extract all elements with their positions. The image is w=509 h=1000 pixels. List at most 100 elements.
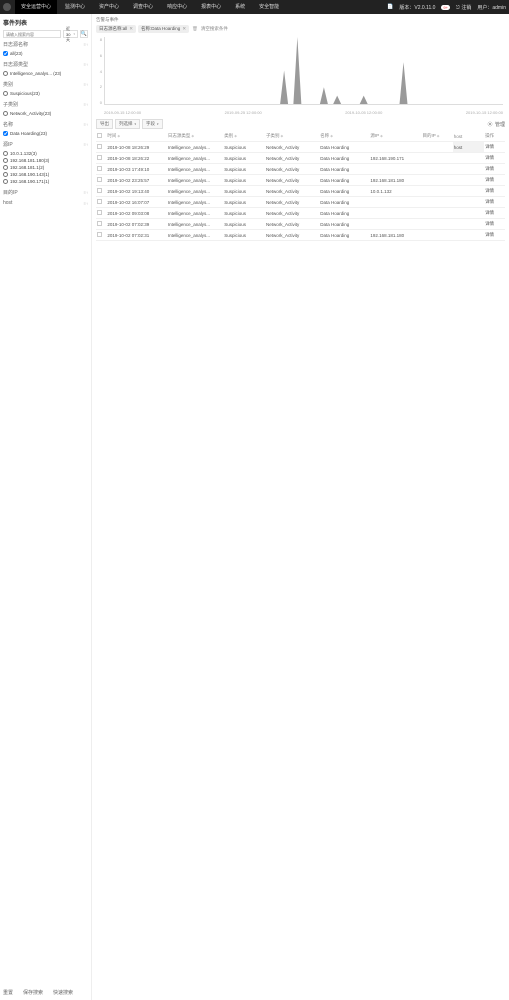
cell-time: 2019-10-02 07:02:31 xyxy=(106,230,167,241)
cell-cat: Suspicious xyxy=(223,164,265,175)
field-select[interactable]: 字段 xyxy=(142,119,163,129)
search-icon[interactable]: 🔍 xyxy=(80,30,88,38)
nav-response[interactable]: 响应中心 xyxy=(161,0,193,14)
manage-link[interactable]: 管理 xyxy=(495,121,505,128)
col-sip[interactable]: 源IP◆ xyxy=(369,131,421,142)
detail-link[interactable]: 详情 xyxy=(485,232,494,237)
chip-logsource[interactable]: 日志源名称:all✕ xyxy=(96,25,136,33)
detail-link[interactable]: 详情 xyxy=(485,221,494,226)
facet-checkbox[interactable] xyxy=(3,111,8,116)
row-checkbox[interactable] xyxy=(97,155,102,160)
facet-item[interactable]: all(23) xyxy=(3,50,88,57)
col-sub[interactable]: 子类别◆ xyxy=(265,131,319,142)
facet-checkbox[interactable] xyxy=(3,131,8,136)
col-cat[interactable]: 类别◆ xyxy=(223,131,265,142)
detail-link[interactable]: 详情 xyxy=(485,144,494,149)
sort-icon[interactable]: ≡↑ xyxy=(84,201,88,206)
detail-link[interactable]: 详情 xyxy=(485,188,494,193)
sort-icon[interactable]: ≡↑ xyxy=(84,82,88,87)
facet-item[interactable]: 192.168.181.180(3) xyxy=(3,157,88,164)
detail-link[interactable]: 详情 xyxy=(485,199,494,204)
table-row: 2019-10-02 07:02:31Intelligence_analys..… xyxy=(96,230,505,241)
facet-item[interactable]: Intelligence_analys... (23) xyxy=(3,70,88,77)
cell-sub: Network_Activity xyxy=(265,230,319,241)
row-checkbox[interactable] xyxy=(97,166,102,171)
detail-link[interactable]: 详情 xyxy=(485,177,494,182)
row-checkbox[interactable] xyxy=(97,221,102,226)
col-src[interactable]: 日志源类型◆ xyxy=(167,131,223,142)
facet-checkbox[interactable] xyxy=(3,172,8,177)
row-checkbox[interactable] xyxy=(97,199,102,204)
select-all-checkbox[interactable] xyxy=(97,133,102,138)
nav-security-ops[interactable]: 安全运营中心 xyxy=(15,0,57,14)
row-checkbox[interactable] xyxy=(97,188,102,193)
facet-checkbox[interactable] xyxy=(3,51,8,56)
col-name[interactable]: 名称◆ xyxy=(319,131,369,142)
cell-sip xyxy=(369,197,421,208)
facet-item[interactable]: 10.0.1.132(3) xyxy=(3,150,88,157)
sort-icon[interactable]: ≡↑ xyxy=(84,122,88,127)
detail-link[interactable]: 详情 xyxy=(485,210,494,215)
row-checkbox[interactable] xyxy=(97,232,102,237)
tab-alerts[interactable]: 告警与事件 xyxy=(96,17,119,23)
logout-link[interactable]: ⎋ 注销 xyxy=(456,4,471,11)
nav-assets[interactable]: 资产中心 xyxy=(93,0,125,14)
detail-link[interactable]: 详情 xyxy=(485,166,494,171)
facet-item[interactable]: 192.168.190.171(1) xyxy=(3,178,88,185)
row-checkbox[interactable] xyxy=(97,210,102,215)
sort-icon[interactable]: ≡↑ xyxy=(84,102,88,107)
table-row: 2019-10-02 16:07:07Intelligence_analys..… xyxy=(96,197,505,208)
cell-dip xyxy=(421,197,452,208)
sort-icon[interactable]: ≡↑ xyxy=(84,62,88,67)
col-time[interactable]: 时间◆ xyxy=(106,131,167,142)
facet-item[interactable]: Suspicious(23) xyxy=(3,90,88,97)
facet-item[interactable]: 192.168.181.1(2) xyxy=(3,164,88,171)
columns-select[interactable]: 列选择 xyxy=(115,119,140,129)
range-select[interactable]: 近30天▾ xyxy=(63,30,78,38)
facet-checkbox[interactable] xyxy=(3,91,8,96)
gear-icon[interactable] xyxy=(487,121,493,127)
nav-investigate[interactable]: 调查中心 xyxy=(127,0,159,14)
close-icon[interactable]: ✕ xyxy=(182,26,186,32)
facet-checkbox[interactable] xyxy=(3,179,8,184)
export-button[interactable]: 导出 xyxy=(96,119,113,129)
cell-sub: Network_Activity xyxy=(265,197,319,208)
reset-link[interactable]: 重置 xyxy=(3,989,13,996)
cell-sip xyxy=(369,208,421,219)
nav-reports[interactable]: 报表中心 xyxy=(195,0,227,14)
facet-checkbox[interactable] xyxy=(3,71,8,76)
sort-icon[interactable]: ≡↑ xyxy=(84,42,88,47)
facet-item[interactable]: Data Hoarding(23) xyxy=(3,130,88,137)
chip-name[interactable]: 名称:Data Hoarding✕ xyxy=(138,25,189,33)
sort-icon[interactable]: ≡↑ xyxy=(84,142,88,147)
facet-checkbox[interactable] xyxy=(3,158,8,163)
nav-intel[interactable]: 安全智能 xyxy=(253,0,285,14)
sort-icon[interactable]: ≡↑ xyxy=(84,190,88,195)
clear-filters-icon[interactable]: 🗑 xyxy=(192,26,198,32)
close-icon[interactable]: ✕ xyxy=(129,26,133,32)
notif-badge[interactable]: 9+ xyxy=(441,5,450,10)
facet-item[interactable]: Network_Activity(23) xyxy=(3,110,88,117)
facet-label: 源IP xyxy=(3,141,13,148)
search-input[interactable] xyxy=(3,30,61,38)
cell-cat: Suspicious xyxy=(223,142,265,153)
col-host[interactable]: host xyxy=(453,131,484,142)
save-search-link[interactable]: 保存搜索 xyxy=(23,989,43,996)
quick-search-link[interactable]: 快速搜索 xyxy=(53,989,73,996)
facet-item[interactable]: 192.168.190.143(1) xyxy=(3,171,88,178)
cell-cat: Suspicious xyxy=(223,230,265,241)
col-dip[interactable]: 目的IP◆ xyxy=(421,131,452,142)
cell-dip xyxy=(421,153,452,164)
cell-sub: Network_Activity xyxy=(265,153,319,164)
facet-checkbox[interactable] xyxy=(3,165,8,170)
nav-system[interactable]: 系统 xyxy=(229,0,251,14)
cell-dip xyxy=(421,164,452,175)
clear-filters-link[interactable]: 清空搜索条件 xyxy=(201,26,228,32)
detail-link[interactable]: 详情 xyxy=(485,155,494,160)
col-op: 操作 xyxy=(484,131,505,142)
facet-checkbox[interactable] xyxy=(3,151,8,156)
row-checkbox[interactable] xyxy=(97,144,102,149)
nav-monitor[interactable]: 监测中心 xyxy=(59,0,91,14)
row-checkbox[interactable] xyxy=(97,177,102,182)
cell-time: 2019-10-02 09:03:08 xyxy=(106,208,167,219)
